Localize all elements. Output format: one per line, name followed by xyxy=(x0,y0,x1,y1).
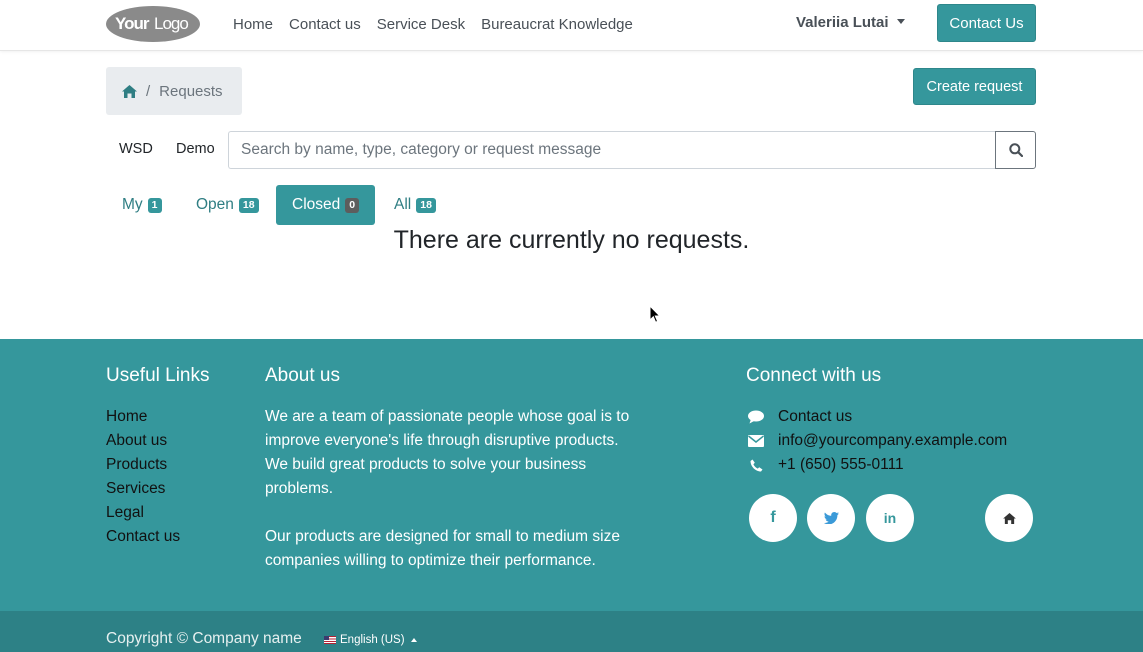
connect-title: Connect with us xyxy=(746,365,882,386)
tab-label: Closed xyxy=(292,196,341,213)
phone-icon xyxy=(746,457,766,473)
copyright-text: Copyright © Company name xyxy=(106,630,302,647)
breadcrumb: / Requests xyxy=(106,67,242,115)
search-icon xyxy=(1008,143,1023,157)
useful-links-list: Home About us Products Services Legal Co… xyxy=(106,405,180,549)
search-bar xyxy=(228,131,1036,169)
twitter-icon xyxy=(823,512,839,524)
count-badge: 18 xyxy=(416,197,436,213)
tab-closed[interactable]: Closed 0 xyxy=(276,185,376,225)
filter-demo[interactable]: Demo xyxy=(176,141,215,157)
search-button[interactable] xyxy=(995,131,1036,169)
main-nav: Home Contact us Service Desk Bureaucrat … xyxy=(225,0,641,48)
chat-icon xyxy=(746,409,766,425)
about-paragraph-1: We are a team of passionate people whose… xyxy=(265,408,630,497)
linkedin-link[interactable]: in xyxy=(866,494,914,542)
count-badge: 0 xyxy=(345,197,360,213)
footer-link-legal[interactable]: Legal xyxy=(106,501,180,525)
nav-home[interactable]: Home xyxy=(225,16,281,33)
contact-us-button[interactable]: Contact Us xyxy=(937,4,1036,42)
about-us-title: About us xyxy=(265,365,340,386)
svg-text:Logo: Logo xyxy=(154,14,188,33)
company-logo[interactable]: Your Logo xyxy=(106,5,201,43)
create-request-button[interactable]: Create request xyxy=(913,68,1036,105)
caret-up-icon xyxy=(410,638,417,642)
nav-service-desk[interactable]: Service Desk xyxy=(369,16,473,33)
nav-contact-us[interactable]: Contact us xyxy=(281,16,369,33)
footer-link-home[interactable]: Home xyxy=(106,405,180,429)
tab-label: My xyxy=(122,196,143,213)
user-name: Valeriia Lutai xyxy=(796,14,889,31)
breadcrumb-current: Requests xyxy=(159,82,223,100)
caret-down-icon xyxy=(896,19,905,24)
language-selector[interactable]: English (US) xyxy=(324,634,417,646)
connect-contact-us[interactable]: Contact us xyxy=(746,405,1007,429)
linkedin-icon: in xyxy=(883,510,897,526)
footer-link-about-us[interactable]: About us xyxy=(106,429,180,453)
count-badge: 18 xyxy=(238,197,259,213)
home-icon[interactable] xyxy=(122,84,137,98)
tab-all[interactable]: All 18 xyxy=(378,185,452,225)
connect-phone[interactable]: +1 (650) 555-0111 xyxy=(746,453,1007,477)
us-flag-icon xyxy=(324,636,336,644)
breadcrumb-separator: / xyxy=(146,82,151,100)
footer-link-products[interactable]: Products xyxy=(106,453,180,477)
home-icon xyxy=(1002,512,1016,524)
nav-bureaucrat-knowledge[interactable]: Bureaucrat Knowledge xyxy=(473,16,641,33)
facebook-icon: f xyxy=(770,509,776,526)
count-badge: 1 xyxy=(147,197,162,213)
empty-state-message: There are currently no requests. xyxy=(393,226,750,254)
about-paragraph-2: Our products are designed for small to m… xyxy=(265,528,620,569)
footer-link-contact-us[interactable]: Contact us xyxy=(106,525,180,549)
twitter-link[interactable] xyxy=(807,494,855,542)
copyright-bar: Copyright © Company name English (US) xyxy=(0,611,1143,652)
tab-label: Open xyxy=(196,196,234,213)
footer: Useful Links Home About us Products Serv… xyxy=(0,339,1143,611)
top-navbar: Your Logo Home Contact us Service Desk B… xyxy=(0,0,1143,51)
svg-text:Your: Your xyxy=(115,14,150,33)
language-label: English (US) xyxy=(340,634,405,646)
about-us-text: We are a team of passionate people whose… xyxy=(265,405,645,573)
filter-wsd[interactable]: WSD xyxy=(119,141,153,157)
tab-label: All xyxy=(394,196,412,213)
connect-email[interactable]: info@yourcompany.example.com xyxy=(746,429,1007,453)
tab-open[interactable]: Open 18 xyxy=(180,185,275,225)
useful-links-title: Useful Links xyxy=(106,365,210,386)
envelope-icon xyxy=(746,433,766,449)
search-input[interactable] xyxy=(228,131,995,169)
tab-my[interactable]: My 1 xyxy=(106,185,178,225)
user-menu[interactable]: Valeriia Lutai xyxy=(796,14,905,31)
connect-list: Contact us info@yourcompany.example.com … xyxy=(746,405,1007,477)
mouse-cursor-icon xyxy=(649,305,661,323)
home-link[interactable] xyxy=(985,494,1033,542)
footer-link-services[interactable]: Services xyxy=(106,477,180,501)
facebook-link[interactable]: f xyxy=(749,494,797,542)
